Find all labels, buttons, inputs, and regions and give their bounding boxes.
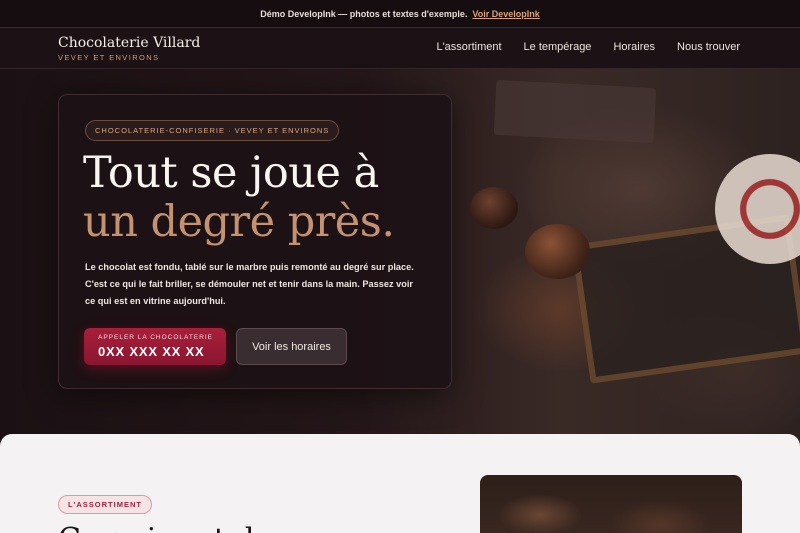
- background-box-shape: [493, 79, 657, 144]
- brand-name[interactable]: Chocolaterie Villard: [58, 35, 200, 51]
- demo-link[interactable]: Voir DevelopInk: [472, 9, 539, 19]
- nav-item-horaires[interactable]: Horaires: [613, 41, 655, 53]
- hours-button[interactable]: Voir les horaires: [236, 328, 347, 365]
- nav-item-nous-trouver[interactable]: Nous trouver: [677, 41, 740, 53]
- hero-headline-line1: Tout se joue à: [83, 148, 379, 198]
- demo-banner: Démo DevelopInk — photos et textes d'exe…: [0, 0, 800, 28]
- brand-tagline: VEVEY ET ENVIRONS: [58, 53, 160, 62]
- assortment-section: L'ASSORTIMENT Ce qui sort de nos: [0, 434, 800, 533]
- background-praline-shape: [470, 187, 518, 229]
- hero-card: CHOCOLATERIE-CONFISERIE · VEVEY ET ENVIR…: [58, 94, 452, 389]
- demo-notice: Démo DevelopInk — photos et textes d'exe…: [260, 8, 468, 19]
- nav-item-assortiment[interactable]: L'assortiment: [436, 41, 501, 53]
- site-header: Chocolaterie Villard VEVEY ET ENVIRONS L…: [0, 28, 800, 69]
- nav-item-temperage[interactable]: Le tempérage: [524, 41, 592, 53]
- background-praline-shape: [525, 224, 590, 279]
- section-photo: [480, 475, 742, 533]
- hero-description: Le chocolat est fondu, tablé sur le marb…: [85, 262, 414, 306]
- section-heading: Ce qui sort de nos: [58, 522, 335, 533]
- hero-headline-line2: un degré près.: [83, 197, 395, 247]
- call-button-number: 0XX XXX XX XX: [98, 344, 205, 359]
- hero-eyebrow-badge: CHOCOLATERIE-CONFISERIE · VEVEY ET ENVIR…: [85, 120, 340, 141]
- call-button[interactable]: APPELER LA CHOCOLATERIE 0XX XXX XX XX: [84, 328, 226, 365]
- call-button-label: APPELER LA CHOCOLATERIE: [98, 334, 213, 341]
- section-eyebrow-badge: L'ASSORTIMENT: [58, 495, 152, 514]
- main-nav: L'assortiment Le tempérage Horaires Nous…: [436, 41, 740, 53]
